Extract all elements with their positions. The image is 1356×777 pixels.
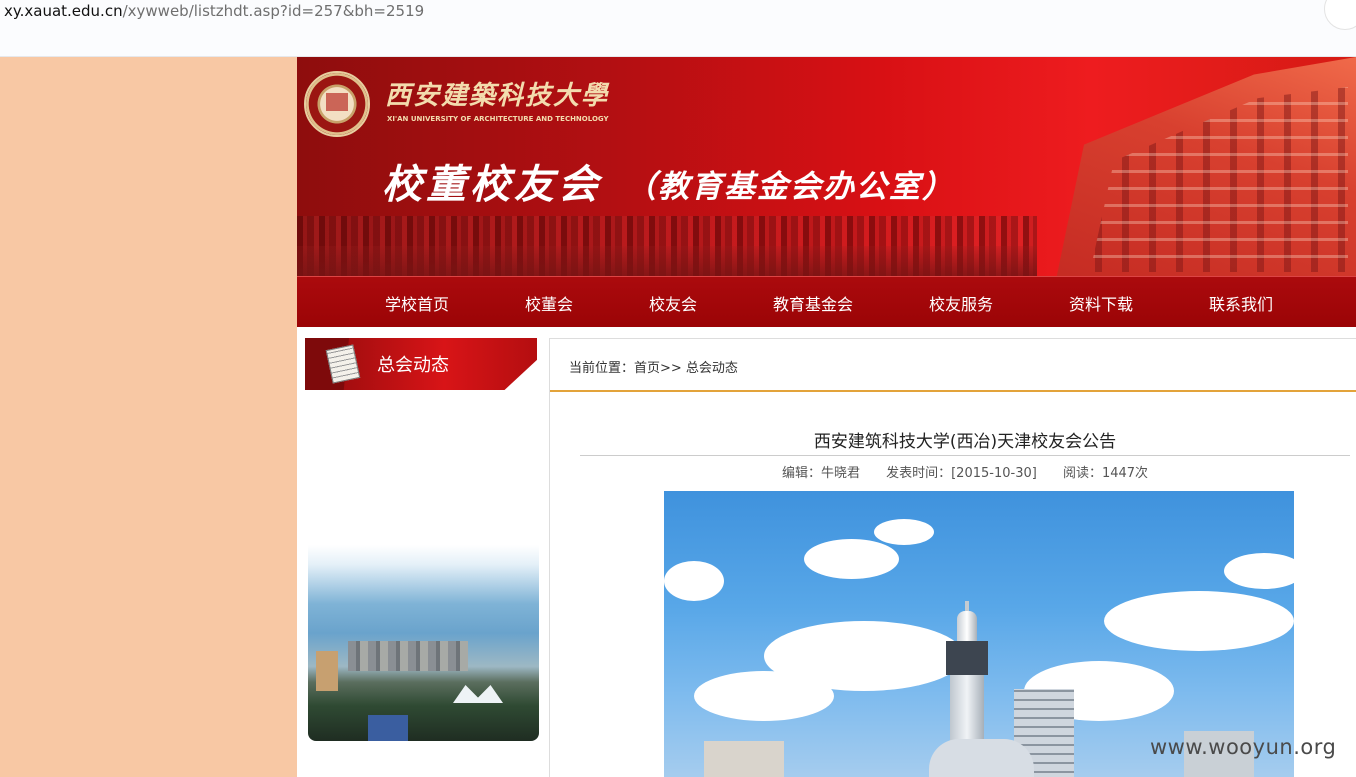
nav-item-alumni-service[interactable]: 校友服务	[929, 291, 993, 315]
browser-address-bar[interactable]: xy.xauat.edu.cn/xywweb/listzhdt.asp?id=2…	[0, 0, 1356, 57]
photo-building-left	[704, 741, 784, 777]
cloud	[1104, 591, 1294, 651]
main-nav: 学校首页 校董会 校友会 教育基金会 校友服务 资料下载 联系我们	[297, 276, 1356, 327]
nav-item-downloads[interactable]: 资料下载	[1069, 291, 1133, 315]
browser-corner-button[interactable]	[1324, 0, 1356, 30]
article-editor: 编辑：牛晓君	[781, 466, 860, 481]
logo-emblem	[326, 93, 348, 111]
university-logo[interactable]	[304, 71, 370, 137]
nav-item-home[interactable]: 学校首页	[385, 291, 449, 315]
watermark: www.wooyun.org	[1150, 735, 1337, 759]
sidebar-campus-photo	[308, 545, 539, 741]
cloud	[1224, 553, 1294, 589]
nav-item-foundation[interactable]: 教育基金会	[773, 291, 853, 315]
content-panel: 当前位置：首页>> 总会动态 西安建筑科技大学(西冶)天津校友会公告 编辑：牛晓…	[549, 338, 1356, 777]
banner-title: 校董校友会	[382, 161, 602, 208]
header-banner: 西安建築科技大學 XI'AN UNIVERSITY OF ARCHITECTUR…	[297, 57, 1356, 276]
photo-skyline	[348, 641, 468, 671]
clock-face	[946, 641, 988, 675]
article-views: 阅读：1447次	[1062, 466, 1149, 481]
article-title-divider	[580, 455, 1350, 456]
banner-subtitle: （教育基金会办公室）	[625, 169, 955, 205]
cloud	[804, 539, 899, 579]
banner-cityscape-shade	[297, 246, 1037, 276]
clock-tower-base	[929, 739, 1034, 777]
nav-item-board[interactable]: 校董会	[525, 291, 573, 315]
nav-item-alumni[interactable]: 校友会	[649, 291, 697, 315]
article-meta: 编辑：牛晓君 发表时间：[2015-10-30] 阅读：1447次	[580, 462, 1350, 481]
university-name-en: XI'AN UNIVERSITY OF ARCHITECTURE AND TEC…	[387, 115, 609, 123]
cloud	[694, 671, 834, 721]
breadcrumb[interactable]: 当前位置：首页>> 总会动态	[569, 357, 738, 376]
sidebar-title: 总会动态	[377, 355, 449, 376]
article-title: 西安建筑科技大学(西冶)天津校友会公告	[813, 432, 1117, 452]
url-host: xy.xauat.edu.cn	[4, 2, 123, 20]
url-text[interactable]: xy.xauat.edu.cn/xywweb/listzhdt.asp?id=2…	[4, 2, 424, 20]
article-published: 发表时间：[2015-10-30]	[886, 466, 1037, 481]
photo-tent-roof	[453, 685, 503, 703]
breadcrumb-bar: 当前位置：首页>> 总会动态	[550, 339, 1356, 392]
url-path: /xywweb/listzhdt.asp?id=257&bh=2519	[122, 2, 425, 20]
university-name: 西安建築科技大學	[385, 81, 610, 111]
cloud	[664, 561, 724, 601]
clock-tower-top	[957, 611, 977, 643]
nav-item-contact[interactable]: 联系我们	[1209, 291, 1273, 315]
page-container: 西安建築科技大學 XI'AN UNIVERSITY OF ARCHITECTUR…	[297, 57, 1356, 777]
photo-blue-roof	[368, 715, 408, 741]
photo-building	[316, 651, 338, 691]
cloud	[874, 519, 934, 545]
